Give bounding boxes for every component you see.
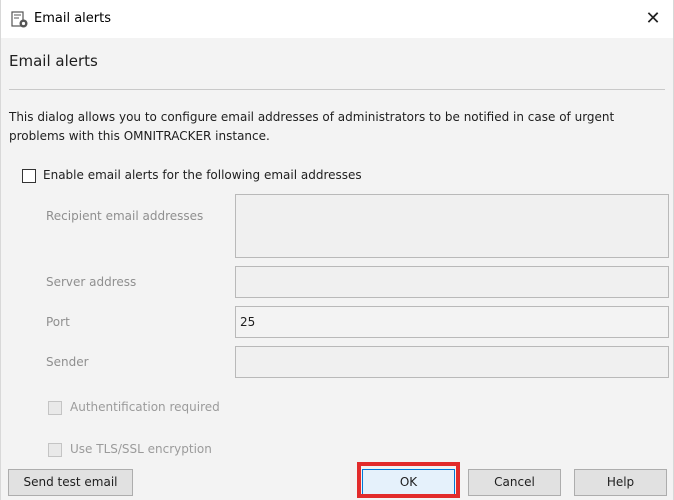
header-divider bbox=[9, 89, 665, 90]
server-address-label: Server address bbox=[46, 275, 137, 289]
enable-email-alerts-checkbox[interactable] bbox=[22, 169, 36, 183]
dialog-description: This dialog allows you to configure emai… bbox=[9, 110, 615, 143]
dialog-heading: Email alerts bbox=[9, 52, 98, 70]
title-bar[interactable]: Email alerts ✕ bbox=[1, 0, 673, 38]
tls-encryption-label: Use TLS/SSL encryption bbox=[70, 442, 212, 456]
recipient-addresses-field[interactable] bbox=[235, 194, 669, 258]
help-button[interactable]: Help bbox=[574, 469, 667, 496]
sender-field[interactable] bbox=[235, 346, 669, 378]
port-field[interactable]: 25 bbox=[235, 306, 669, 338]
server-address-field[interactable] bbox=[235, 266, 669, 298]
send-test-email-button[interactable]: Send test email bbox=[8, 469, 133, 496]
auth-required-label: Authentification required bbox=[70, 400, 220, 414]
email-alerts-dialog: Email alerts ✕ Email alerts This dialog … bbox=[0, 0, 674, 500]
enable-email-alerts-label[interactable]: Enable email alerts for the following em… bbox=[43, 168, 362, 182]
cancel-button[interactable]: Cancel bbox=[468, 469, 561, 496]
tls-encryption-checkbox[interactable] bbox=[48, 443, 62, 457]
settings-dialog-icon bbox=[11, 11, 29, 29]
sender-label: Sender bbox=[46, 355, 89, 369]
auth-required-checkbox[interactable] bbox=[48, 401, 62, 415]
close-icon: ✕ bbox=[645, 8, 661, 29]
close-button[interactable]: ✕ bbox=[633, 0, 673, 38]
port-label: Port bbox=[46, 315, 70, 329]
ok-button-highlight bbox=[357, 462, 460, 498]
window-title: Email alerts bbox=[34, 11, 111, 26]
recipient-addresses-label: Recipient email addresses bbox=[46, 209, 204, 223]
